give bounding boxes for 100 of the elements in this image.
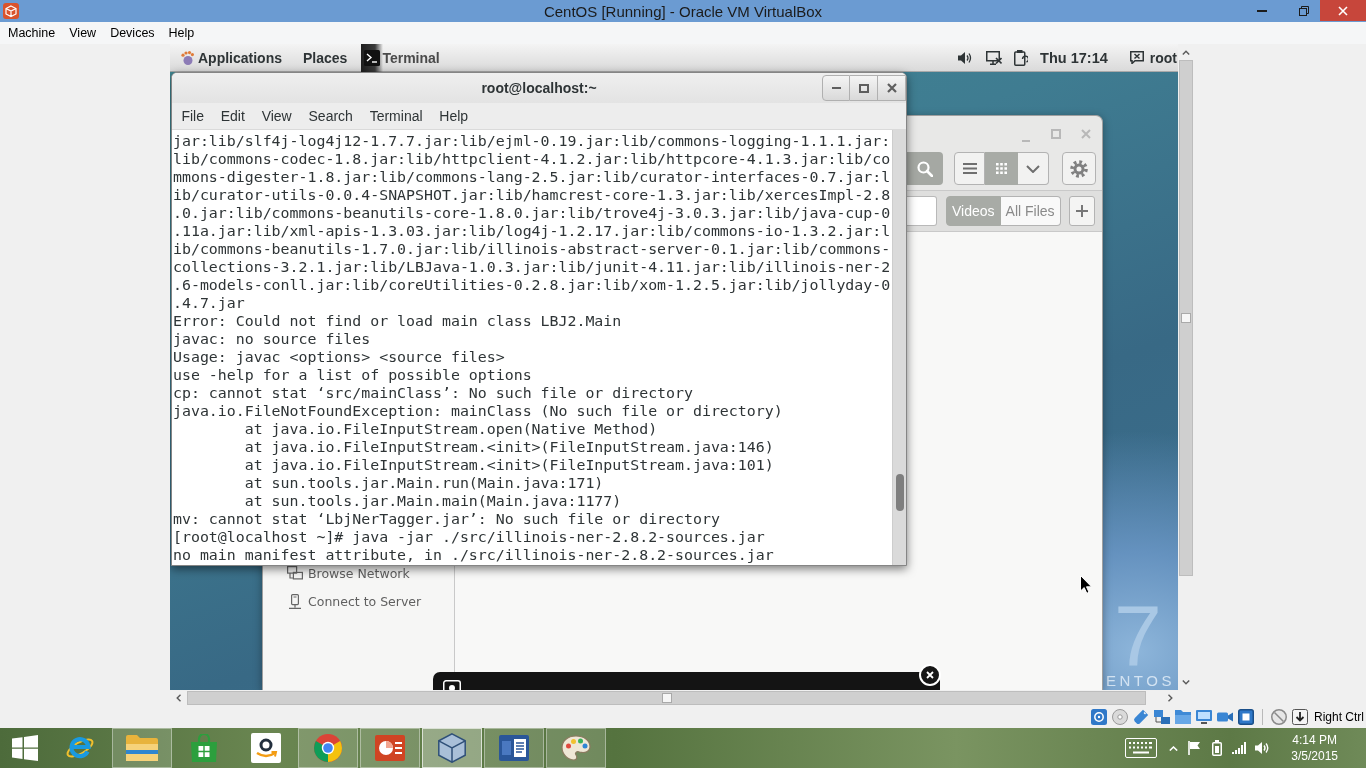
list-view-button[interactable]	[954, 152, 985, 185]
chevron-up-icon	[1182, 49, 1190, 55]
chevron-down-icon	[1026, 164, 1040, 173]
chip-icon[interactable]	[1238, 709, 1254, 725]
speech-bubble-icon	[1129, 51, 1144, 64]
minimize-icon	[831, 87, 841, 89]
shopping-bag-icon	[191, 734, 217, 762]
terminal-line: .11a.jar:lib/xml-apis-1.3.03.jar:lib/log4j-1.2.17.jar:lib/commons-io-1.3.2.jar:l	[173, 222, 891, 240]
windows-logo-icon	[12, 735, 38, 761]
window-title: root@localhost:~	[481, 80, 597, 96]
close-icon	[926, 671, 934, 679]
scrollbar-thumb[interactable]	[1179, 60, 1193, 576]
terminal-icon	[364, 49, 381, 66]
clock-time[interactable]: 4:14 PM	[1292, 732, 1337, 748]
tricolor-ring-icon	[314, 734, 342, 762]
cube-icon	[438, 733, 466, 763]
maximize-icon	[1051, 129, 1061, 139]
menu-item[interactable]: Search	[300, 107, 362, 125]
gear-icon	[1070, 159, 1088, 178]
hard-disk-icon[interactable]	[1091, 709, 1107, 725]
grip-icon	[1181, 313, 1191, 323]
minimize-icon	[1257, 9, 1267, 12]
window-title: CentOS [Running] - Oracle VM VirtualBox	[543, 2, 823, 20]
menu-item[interactable]: Help	[161, 24, 202, 42]
terminal-line: .4.7.jar	[173, 294, 245, 312]
sidebar-item[interactable]: Connect to Server	[287, 593, 422, 609]
menu-button[interactable]: Places	[303, 49, 348, 66]
clock[interactable]: Thu 17:14	[1040, 49, 1108, 66]
terminal-line: at sun.tools.jar.Main.run(Main.java:171)	[243, 474, 604, 492]
grid-view-button[interactable]	[985, 152, 1018, 185]
menu-button[interactable]: Applications	[198, 49, 282, 66]
video-camera-icon[interactable]	[1217, 712, 1233, 722]
display-icon[interactable]	[1196, 710, 1212, 724]
settings-button[interactable]	[1062, 152, 1096, 185]
volume-icon[interactable]	[958, 50, 973, 65]
terminal-line: cp: cannot stat ‘src/mainClass’: No such file or directory	[173, 384, 693, 402]
maximize-button[interactable]	[850, 75, 878, 101]
search-field[interactable]	[907, 196, 937, 226]
foot-icon[interactable]	[180, 50, 194, 65]
menu-item[interactable]: Devices	[103, 24, 162, 42]
scrollbar[interactable]	[892, 130, 906, 565]
usb-stick-icon[interactable]	[1133, 709, 1149, 725]
taskbar-button[interactable]	[484, 728, 544, 768]
minimize-button[interactable]	[822, 75, 850, 101]
network-icon	[287, 566, 303, 580]
terminal-line: collections-3.2.1.jar:lib/LBJava-1.0.3.jar:lib/junit-4.11.jar:lib/illinois-ner-2	[173, 258, 891, 276]
folder-icon[interactable]	[1175, 710, 1191, 724]
document-icon	[499, 735, 529, 761]
chevron-right-icon	[1167, 694, 1173, 702]
scrollbar-thumb[interactable]	[187, 691, 1146, 705]
terminal-line: ib/commons-beanutils-1.7.0.jar:lib/illinois-abstract-server-0.1.jar:lib/commons-	[173, 240, 891, 258]
search-icon	[917, 160, 933, 177]
menu-item[interactable]: Help	[430, 107, 477, 125]
terminal-line: mmons-digester-1.8.jar:lib/commons-lang-2.5.jar:lib/curator-interfaces-0.7.jar:l	[173, 168, 891, 186]
terminal-line: ib/curator-utils-0.0.4-SNAPSHOT.jar:lib/hamcrest-core-1.3.jar:lib/xercesImpl-2.8	[173, 186, 891, 204]
terminal-line: Usage: javac <options> <source files>	[173, 348, 505, 366]
close-icon	[886, 83, 897, 93]
logo-text: ENTOS	[1106, 673, 1175, 689]
terminal-line: javac: no source files	[173, 330, 371, 348]
maximize-icon	[858, 83, 869, 93]
scrollbar-thumb[interactable]	[895, 474, 904, 511]
search-button[interactable]	[907, 152, 943, 185]
terminal-line: jar:lib/slf4j-log4j12-1.7.7.jar:lib/ejml-0.19.jar:lib/commons-logging-1.1.1.jar:	[173, 132, 891, 150]
battery-icon[interactable]	[1212, 740, 1223, 756]
chevron-left-icon	[175, 694, 181, 702]
menu-item[interactable]: Edit	[212, 107, 254, 125]
crossed-circle-icon[interactable]	[1271, 709, 1287, 725]
menu-item[interactable]: File	[173, 107, 213, 125]
terminal-line: at java.io.FileInputStream.<init>(FileInputStream.java:146)	[243, 438, 774, 456]
terminal-line: no main manifest attribute, in ./src/illinois-ner-2.8.2-sources.jar	[173, 546, 774, 564]
optical-disc-icon[interactable]	[1112, 709, 1128, 725]
host-key-label: Right Ctrl	[1314, 710, 1364, 724]
clock-date[interactable]: 3/5/2015	[1291, 748, 1338, 764]
chevron-up-icon[interactable]	[1169, 745, 1179, 751]
menu-item[interactable]: Machine	[1, 24, 63, 42]
cursor-icon	[1080, 575, 1092, 594]
restore-icon	[1299, 5, 1309, 16]
terminal-line: .0.jar:lib/commons-beanutils-core-1.8.0.jar:lib/trove4j-3.0.3.jar:lib/java-cup-0	[173, 204, 891, 222]
terminal-line: java.io.FileNotFoundException: mainClass (No such file or directory)	[173, 402, 783, 420]
menu-item[interactable]: Terminal	[361, 107, 431, 125]
terminal-line: lib/commons-codec-1.8.jar:lib/httpclient-4.1.2.jar:lib/httpcore-4.1.3.jar:lib/co	[173, 150, 891, 168]
minimize-icon	[1022, 140, 1030, 142]
flag-icon[interactable]	[1188, 741, 1201, 755]
palette-icon	[561, 735, 591, 761]
clipboard-icon[interactable]	[1014, 49, 1029, 66]
signal-bars-icon[interactable]	[1232, 742, 1247, 754]
taskbar-button[interactable]	[422, 728, 482, 768]
menu-item[interactable]: View	[62, 24, 104, 42]
disk-icon	[443, 680, 461, 690]
chevron-down-icon	[1182, 679, 1190, 685]
sidebar-item[interactable]: Browse Network	[287, 565, 410, 581]
add-button[interactable]	[1068, 196, 1095, 226]
menu-item[interactable]: View	[253, 107, 301, 125]
user-menu-button[interactable]: root	[1129, 49, 1178, 66]
folder-icon	[126, 735, 158, 761]
down-arrow-icon[interactable]	[1292, 709, 1308, 725]
keyboard-icon[interactable]	[1125, 738, 1158, 758]
view-options-button[interactable]	[1018, 152, 1049, 185]
network-icon[interactable]	[986, 50, 1003, 65]
terminal-line: .6-models-conll.jar:lib/coreUtilities-0.2.8.jar:lib/xom-1.2.5.jar:lib/jollyday-0	[173, 276, 891, 294]
